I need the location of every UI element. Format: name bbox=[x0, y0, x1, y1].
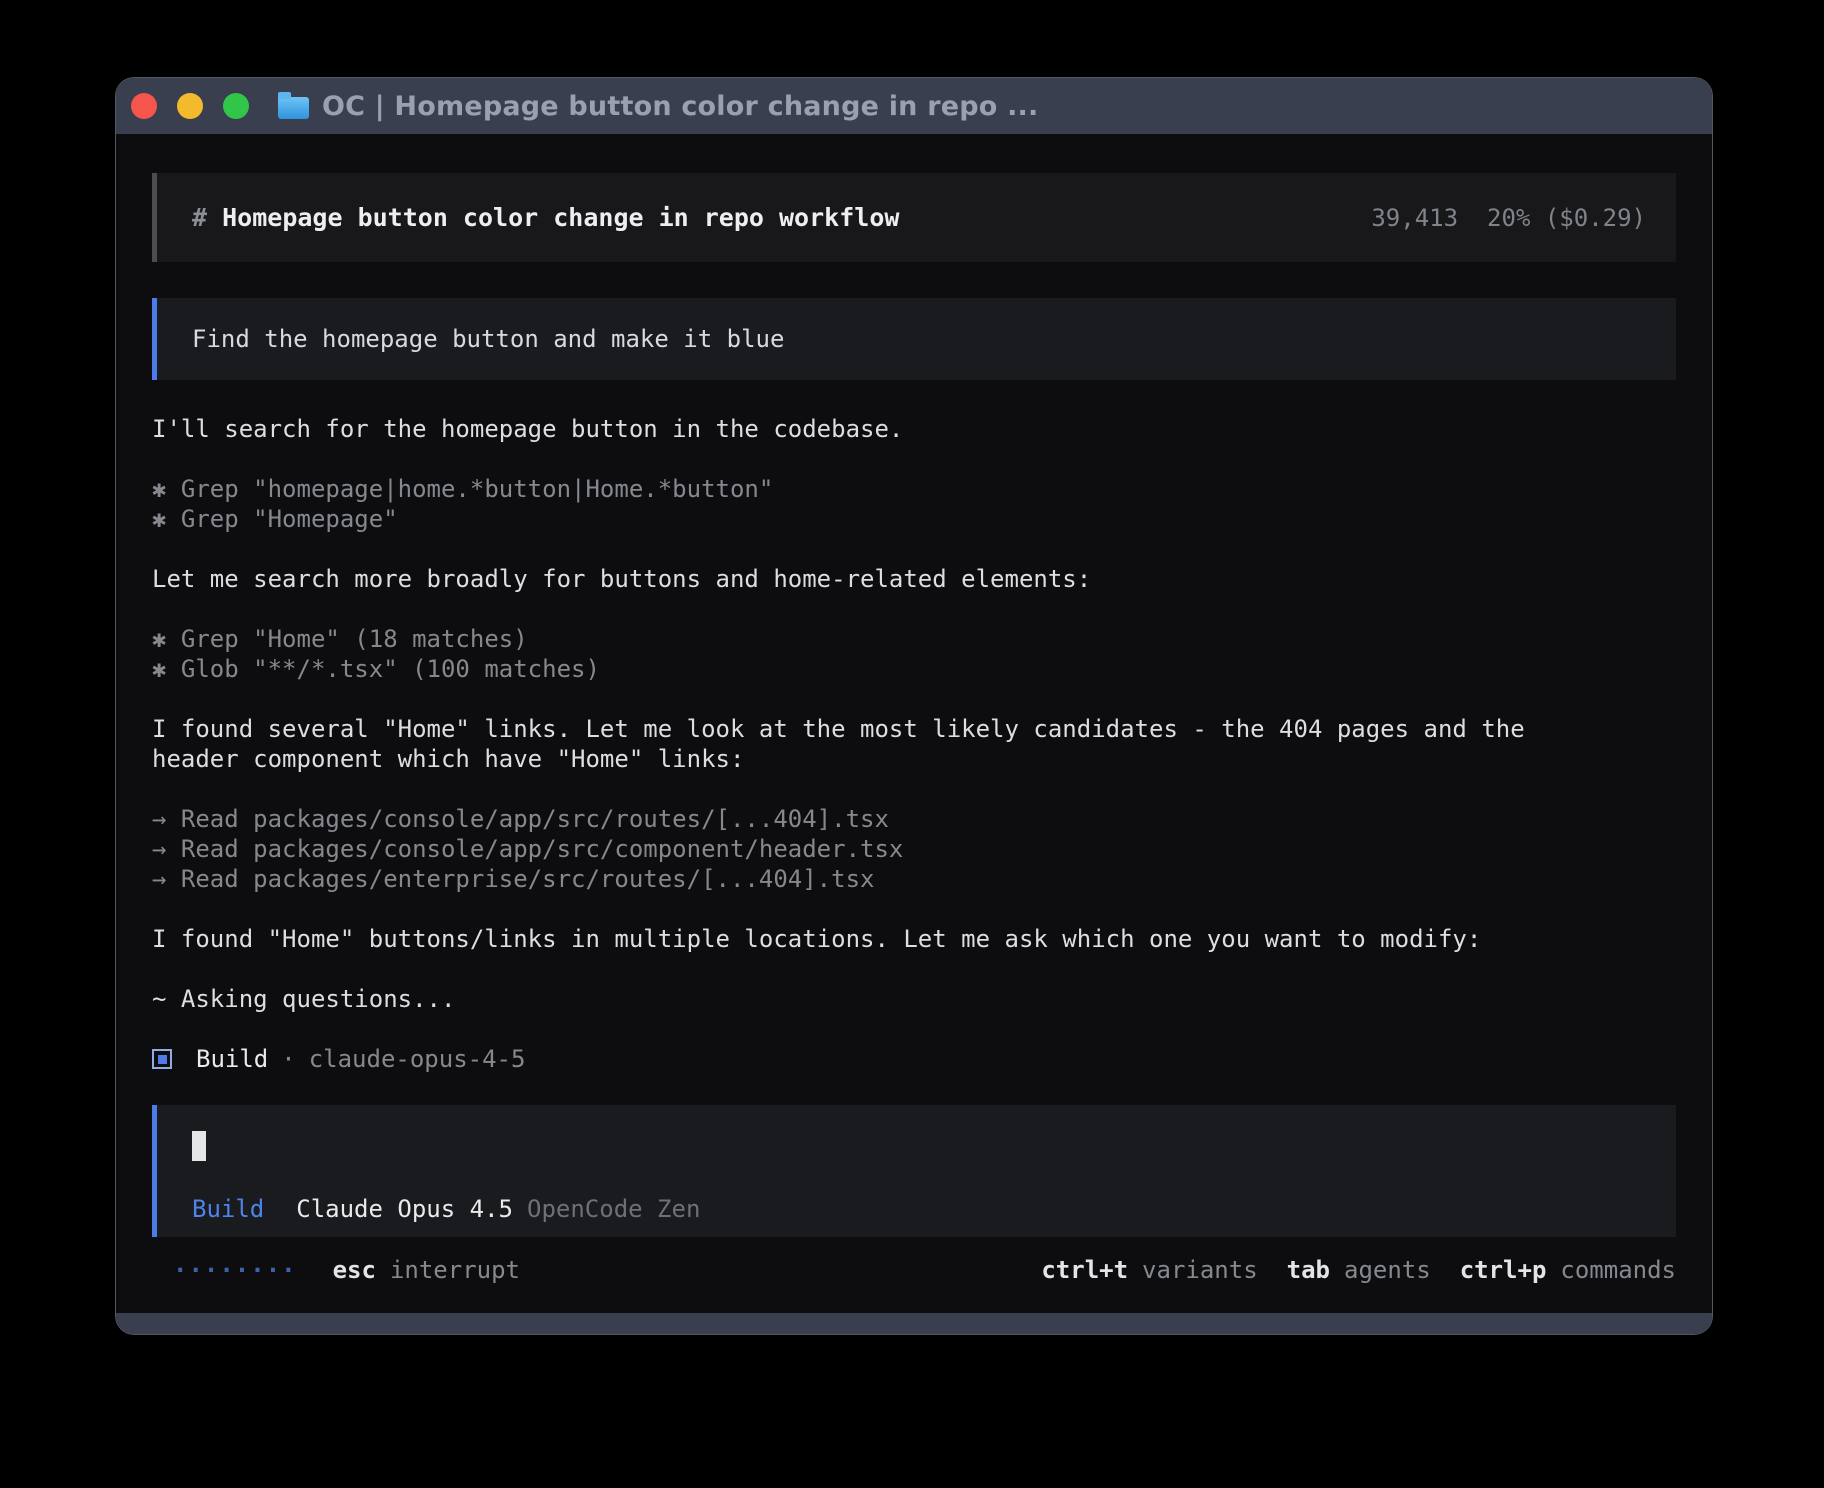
tool-call-grep: ✱ Grep "homepage|home.*button|Home.*butt… bbox=[152, 474, 1676, 504]
tool-call-read: → Read packages/console/app/src/componen… bbox=[152, 834, 1676, 864]
status-asking-questions: ~ Asking questions... bbox=[152, 984, 1676, 1014]
input-line bbox=[192, 1131, 1640, 1161]
minimize-button[interactable] bbox=[177, 93, 203, 119]
session-header: # Homepage button color change in repo w… bbox=[152, 173, 1676, 262]
session-title: # Homepage button color change in repo w… bbox=[192, 203, 899, 232]
status-footer: ········ esc interrupt ctrl+t variants ta… bbox=[152, 1255, 1676, 1285]
separator-dot: · bbox=[281, 1045, 295, 1073]
esc-action-label: interrupt bbox=[390, 1256, 520, 1284]
hint-agents: tab agents bbox=[1287, 1256, 1431, 1284]
assistant-text: I found "Home" buttons/links in multiple… bbox=[152, 924, 1676, 954]
transcript: I'll search for the homepage button in t… bbox=[152, 414, 1676, 1074]
terminal-content: # Homepage button color change in repo w… bbox=[116, 134, 1712, 1285]
tab-key-hint: tab bbox=[1287, 1256, 1330, 1284]
window-bottom-bar bbox=[116, 1313, 1712, 1334]
window-titlebar: OC | Homepage button color change in rep… bbox=[116, 78, 1712, 134]
context-usage: 20% ($0.29) bbox=[1487, 204, 1646, 232]
agent-label: Build bbox=[196, 1045, 268, 1073]
agent-build-icon bbox=[152, 1049, 172, 1069]
user-message-text: Find the homepage button and make it blu… bbox=[192, 325, 784, 353]
tool-call-grep: ✱ Grep "Homepage" bbox=[152, 504, 1676, 534]
ctrl-t-key-hint: ctrl+t bbox=[1041, 1256, 1128, 1284]
session-title-text: Homepage button color change in repo wor… bbox=[222, 203, 899, 232]
assistant-text: I found several "Home" links. Let me loo… bbox=[152, 714, 1676, 744]
tool-call-read: → Read packages/console/app/src/routes/[… bbox=[152, 804, 1676, 834]
tool-call-glob: ✱ Glob "**/*.tsx" (100 matches) bbox=[152, 654, 1676, 684]
text-cursor bbox=[192, 1131, 206, 1161]
traffic-lights bbox=[131, 93, 249, 119]
heading-hash: # bbox=[192, 203, 222, 232]
hint-variants: ctrl+t variants bbox=[1041, 1256, 1257, 1284]
window-title: OC | Homepage button color change in rep… bbox=[322, 91, 1038, 122]
esc-key-hint: esc bbox=[333, 1256, 376, 1284]
hint-commands: ctrl+p commands bbox=[1460, 1256, 1676, 1284]
assistant-text: I'll search for the homepage button in t… bbox=[152, 414, 1676, 444]
assistant-text: header component which have "Home" links… bbox=[152, 744, 1676, 774]
close-button[interactable] bbox=[131, 93, 157, 119]
user-message: Find the homepage button and make it blu… bbox=[152, 298, 1676, 380]
agent-model: claude-opus-4-5 bbox=[309, 1045, 526, 1073]
ctrl-p-key-hint: ctrl+p bbox=[1460, 1256, 1547, 1284]
agents-label: agents bbox=[1344, 1256, 1431, 1284]
commands-label: commands bbox=[1560, 1256, 1676, 1284]
agent-status-row: Build · claude-opus-4-5 bbox=[152, 1044, 1676, 1074]
spinner-dots: ········ bbox=[173, 1256, 297, 1284]
model-label: Claude Opus 4.5 bbox=[296, 1195, 513, 1223]
model-status-line: Build Claude Opus 4.5 OpenCode Zen bbox=[192, 1194, 1640, 1224]
terminal-window: OC | Homepage button color change in rep… bbox=[116, 78, 1712, 1334]
session-stats: 39,413 20% ($0.29) bbox=[1371, 204, 1646, 232]
titlebar-title-group: OC | Homepage button color change in rep… bbox=[278, 91, 1038, 122]
mode-label[interactable]: Build bbox=[192, 1195, 264, 1223]
prompt-input[interactable]: Build Claude Opus 4.5 OpenCode Zen bbox=[152, 1105, 1676, 1237]
assistant-text: Let me search more broadly for buttons a… bbox=[152, 564, 1676, 594]
provider-label: OpenCode Zen bbox=[527, 1195, 700, 1223]
folder-icon bbox=[278, 97, 309, 119]
zoom-button[interactable] bbox=[223, 93, 249, 119]
tool-call-read: → Read packages/enterprise/src/routes/[.… bbox=[152, 864, 1676, 894]
tool-call-grep: ✱ Grep "Home" (18 matches) bbox=[152, 624, 1676, 654]
token-count: 39,413 bbox=[1371, 204, 1458, 232]
variants-label: variants bbox=[1142, 1256, 1258, 1284]
